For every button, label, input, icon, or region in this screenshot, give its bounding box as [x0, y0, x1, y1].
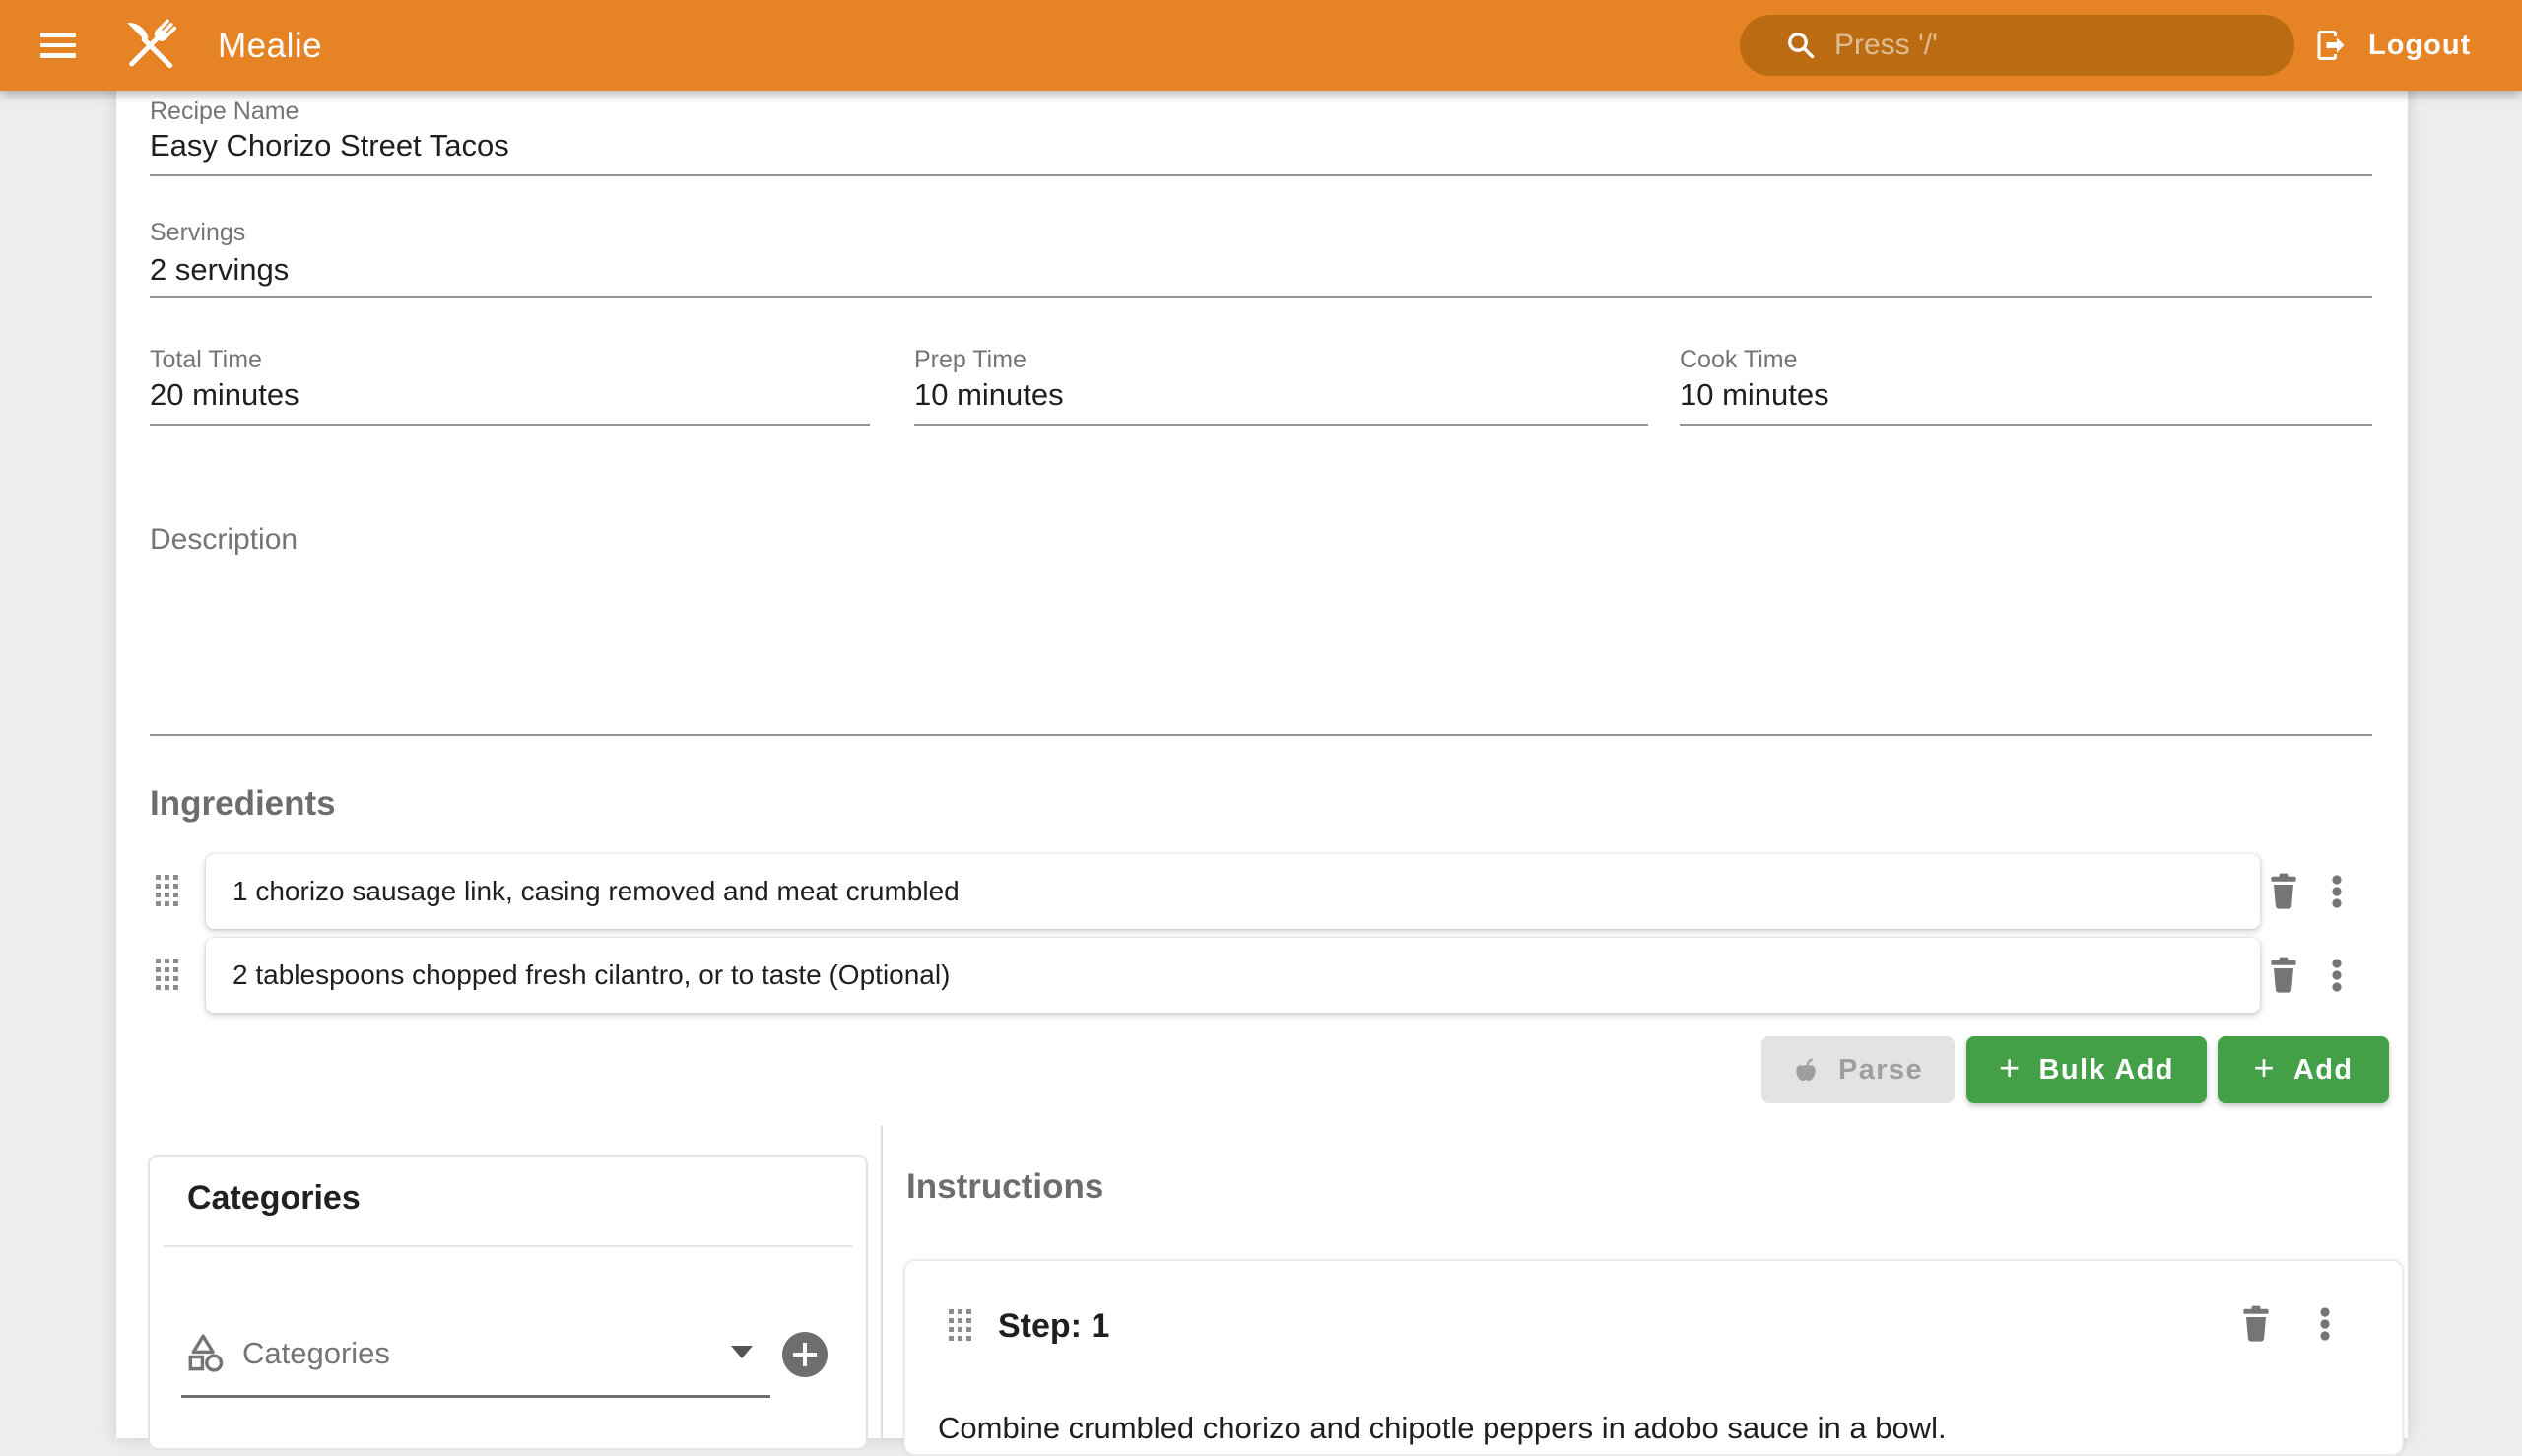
ingredient-text: 2 tablespoons chopped fresh cilantro, or…	[232, 960, 950, 991]
bulk-add-button[interactable]: + Bulk Add	[1966, 1036, 2207, 1103]
categories-select-underline	[181, 1395, 770, 1398]
logout-label: Logout	[2368, 30, 2471, 62]
total-time-underline	[150, 424, 870, 426]
delete-ingredient-icon[interactable]	[2266, 872, 2301, 911]
servings-label: Servings	[150, 219, 245, 247]
search-input[interactable]	[1817, 29, 2294, 62]
delete-step-icon[interactable]	[2238, 1304, 2274, 1344]
drag-handle-icon[interactable]	[156, 959, 178, 990]
logout-button[interactable]: Logout	[2313, 24, 2471, 67]
prep-time-input[interactable]: 10 minutes	[914, 377, 1064, 413]
plus-icon: +	[1999, 1047, 2021, 1089]
ingredient-input[interactable]: 1 chorizo sausage link, casing removed a…	[206, 854, 2260, 929]
add-category-button[interactable]	[782, 1332, 828, 1377]
step-text-input[interactable]: Combine crumbled chorizo and chipotle pe…	[938, 1411, 2366, 1446]
hamburger-menu-icon[interactable]	[40, 33, 76, 58]
app-title[interactable]: Mealie	[218, 27, 322, 66]
total-time-label: Total Time	[150, 346, 262, 374]
total-time-input[interactable]: 20 minutes	[150, 377, 299, 413]
servings-input[interactable]: 2 servings	[150, 252, 289, 288]
categories-select[interactable]: Categories	[242, 1336, 390, 1371]
parse-button[interactable]: Parse	[1761, 1036, 1955, 1103]
step-menu-icon[interactable]	[2307, 1304, 2343, 1344]
plus-icon: +	[2253, 1047, 2275, 1089]
add-ingredient-button[interactable]: + Add	[2218, 1036, 2389, 1103]
chevron-down-icon[interactable]	[731, 1346, 753, 1358]
prep-time-underline	[914, 424, 1648, 426]
description-textarea[interactable]	[150, 562, 2372, 731]
search-bar[interactable]	[1740, 15, 2294, 76]
servings-underline	[150, 296, 2372, 298]
cook-time-label: Cook Time	[1680, 346, 1797, 374]
drag-handle-icon[interactable]	[949, 1309, 971, 1341]
categories-divider	[164, 1245, 852, 1247]
recipe-name-underline	[150, 174, 2372, 176]
section-divider	[881, 1126, 883, 1438]
ingredient-menu-icon[interactable]	[2319, 872, 2355, 911]
bulk-add-label: Bulk Add	[2039, 1054, 2174, 1087]
add-label: Add	[2293, 1054, 2354, 1087]
recipe-name-label: Recipe Name	[150, 98, 299, 126]
search-icon	[1785, 30, 1817, 61]
ingredients-heading: Ingredients	[150, 784, 336, 824]
cook-time-underline	[1680, 424, 2372, 426]
instructions-heading: Instructions	[906, 1167, 1103, 1207]
delete-ingredient-icon[interactable]	[2266, 956, 2301, 995]
parse-label: Parse	[1838, 1054, 1923, 1087]
cook-time-input[interactable]: 10 minutes	[1680, 377, 1829, 413]
step-title: Step: 1	[998, 1307, 1109, 1346]
description-underline	[150, 734, 2372, 736]
app-header: Mealie Logout	[0, 0, 2522, 91]
drag-handle-icon[interactable]	[156, 875, 178, 906]
recipe-name-input[interactable]: Easy Chorizo Street Tacos	[150, 128, 509, 164]
apple-icon	[1793, 1054, 1823, 1086]
shapes-icon	[183, 1330, 227, 1373]
categories-title: Categories	[187, 1179, 361, 1218]
ingredient-menu-icon[interactable]	[2319, 956, 2355, 995]
ingredient-text: 1 chorizo sausage link, casing removed a…	[232, 876, 960, 907]
description-label: Description	[150, 523, 298, 557]
logout-icon	[2313, 28, 2349, 63]
prep-time-label: Prep Time	[914, 346, 1027, 374]
mealie-logo-icon	[116, 9, 183, 82]
ingredient-input[interactable]: 2 tablespoons chopped fresh cilantro, or…	[206, 938, 2260, 1013]
